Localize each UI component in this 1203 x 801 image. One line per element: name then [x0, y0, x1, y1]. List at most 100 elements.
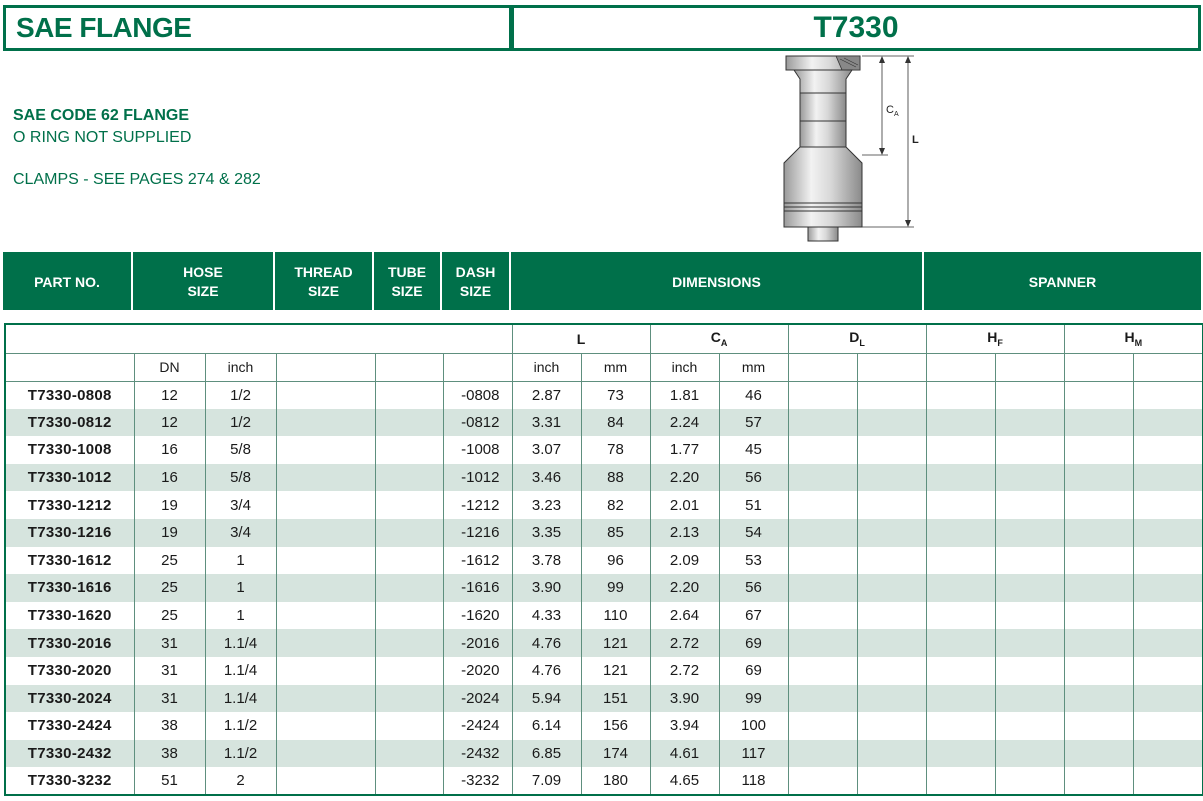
- tube-size-cell: [374, 656, 443, 685]
- ca-mm-cell: 56: [718, 574, 788, 602]
- l-mm-cell: 180: [580, 767, 650, 795]
- ca-inch-cell: 2.24: [649, 408, 719, 437]
- thread-size-cell: [275, 436, 375, 464]
- hose-dn-cell: 38: [133, 712, 205, 740]
- hf-mm-cell: [994, 656, 1064, 685]
- ca-mm-cell: 117: [718, 739, 788, 768]
- fitting-drawing: CA L: [783, 55, 919, 242]
- subheader-hose-inch: inch: [204, 353, 276, 382]
- ca-inch-cell: 2.20: [649, 574, 719, 602]
- dl-inch-cell: [787, 546, 857, 575]
- hose-inch-cell: 1/2: [204, 381, 276, 409]
- hose-dn-cell: 51: [133, 767, 205, 795]
- part-number-cell: T7330-3232: [27, 772, 112, 790]
- dl-mm-cell: [856, 491, 926, 519]
- dl-mm-cell: [856, 518, 926, 547]
- hm-mm-cell: [1132, 656, 1203, 685]
- part-number-cell: T7330-0812: [5, 408, 134, 437]
- l-inch-cell: 4.76: [511, 656, 581, 685]
- tube-size-cell: [374, 601, 443, 630]
- hm-mm-cell: [1132, 381, 1203, 409]
- table-row: T7330-0812 12 1/2 -0812 3.31 84 2.24 57: [5, 408, 1203, 437]
- header-dimensions: DIMENSIONS: [511, 252, 924, 310]
- ca-mm-cell: 67: [718, 601, 788, 630]
- ca-inch-cell: 2.72: [649, 656, 719, 685]
- ca-inch-cell: 2.64: [649, 601, 719, 630]
- part-number-cell: T7330-1008: [27, 441, 112, 459]
- l-inch-cell: 3.23: [511, 491, 581, 519]
- subheader-row-1: L CA DL HF HM: [5, 324, 1203, 354]
- dl-mm-cell: [856, 601, 926, 630]
- dl-mm-cell: [856, 436, 926, 464]
- part-number-cell: T7330-0808: [27, 386, 112, 404]
- hm-inch-cell: [1063, 463, 1133, 492]
- ca-mm-cell: 56: [718, 463, 788, 492]
- hf-mm-cell: [994, 518, 1064, 547]
- hf-mm-cell: [994, 436, 1064, 464]
- dl-inch-cell: [787, 381, 857, 409]
- hose-inch-cell: 1.1/2: [204, 712, 276, 740]
- thread-size-cell: [275, 381, 375, 409]
- ca-mm-cell: 69: [718, 629, 788, 657]
- neck-shape: [793, 69, 853, 94]
- dl-mm-cell: [856, 463, 926, 492]
- hm-mm-cell: [1132, 767, 1203, 795]
- hose-dn-cell: 12: [133, 381, 205, 409]
- tube-size-cell: [374, 491, 443, 519]
- hm-mm-cell: [1132, 518, 1203, 547]
- thread-size-cell: [275, 601, 375, 630]
- l-mm-cell: 88: [580, 463, 650, 492]
- hf-inch-cell: [925, 739, 995, 768]
- dl-inch-cell: [787, 463, 857, 492]
- part-number-cell: T7330-1212: [27, 496, 112, 514]
- clamps-note-text: CLAMPS - SEE PAGES 274 & 282: [13, 171, 261, 188]
- hf-mm-cell: [994, 381, 1064, 409]
- ca-mm-cell: 45: [718, 436, 788, 464]
- subheader-ca-inch: inch: [649, 353, 719, 382]
- ca-mm-cell: 69: [718, 656, 788, 685]
- tube-size-cell: [374, 739, 443, 768]
- tube-size-cell: [374, 684, 443, 713]
- subheader-ca-mm: mm: [718, 353, 788, 382]
- header-tube-size: TUBE SIZE: [374, 252, 442, 310]
- header-part-no: PART NO.: [3, 252, 133, 310]
- hf-mm-cell: [994, 463, 1064, 492]
- dash-size-cell: -2016: [442, 629, 512, 657]
- l-inch-cell: 4.76: [511, 629, 581, 657]
- part-number-cell: T7330-2020: [27, 662, 112, 680]
- tube-size-cell: [374, 546, 443, 575]
- tube-size-cell: [374, 436, 443, 464]
- part-number-cell: T7330-2432: [5, 739, 134, 768]
- subheader-hm: HM: [1063, 324, 1203, 354]
- hm-mm-cell: [1132, 436, 1203, 464]
- l-mm-cell: 156: [580, 712, 650, 740]
- table-row: T7330-1212 19 3/4 -1212 3.23 82 2.01 51: [5, 491, 1203, 519]
- part-number-cell: T7330-1612: [27, 551, 112, 569]
- parts-table: L CA DL HF HM DN inch inch mm inch mm T7…: [4, 323, 1203, 796]
- l-inch-cell: 3.35: [511, 518, 581, 547]
- part-number-cell: T7330-2424: [27, 717, 112, 735]
- hf-inch-cell: [925, 463, 995, 492]
- ca-mm-cell: 53: [718, 546, 788, 575]
- ca-mm-cell: 99: [718, 684, 788, 713]
- hose-inch-cell: 1.1/2: [204, 739, 276, 768]
- tube-size-cell: [374, 574, 443, 602]
- hf-inch-cell: [925, 601, 995, 630]
- dl-inch-cell: [787, 436, 857, 464]
- ca-mm-cell: 118: [718, 767, 788, 795]
- dl-mm-cell: [856, 408, 926, 437]
- thread-size-cell: [275, 463, 375, 492]
- ca-mm-cell: 100: [718, 712, 788, 740]
- l-inch-cell: 3.90: [511, 574, 581, 602]
- table-row: T7330-2016 31 1.1/4 -2016 4.76 121 2.72 69: [5, 629, 1203, 657]
- ca-mm-cell: 54: [718, 518, 788, 547]
- ca-inch-cell: 4.65: [649, 767, 719, 795]
- l-inch-cell: 4.33: [511, 601, 581, 630]
- ca-inch-cell: 2.01: [649, 491, 719, 519]
- table-row: T7330-1620 25 1 -1620 4.33 110 2.64 67: [5, 601, 1203, 630]
- hf-mm-cell: [994, 491, 1064, 519]
- dash-size-cell: -1012: [442, 463, 512, 492]
- hose-inch-cell: 5/8: [204, 436, 276, 464]
- hf-inch-cell: [925, 381, 995, 409]
- hose-inch-cell: 3/4: [204, 518, 276, 547]
